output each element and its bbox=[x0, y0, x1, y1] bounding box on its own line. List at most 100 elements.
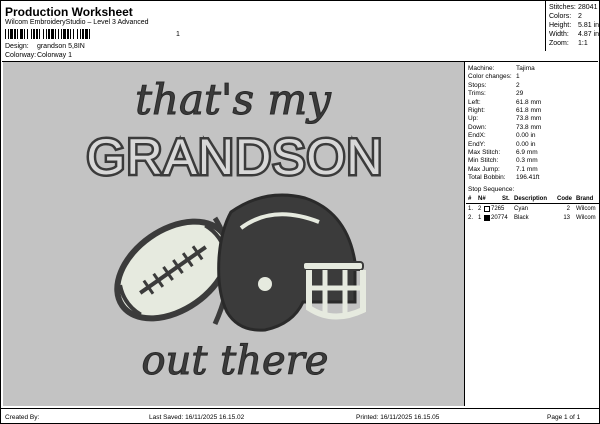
cell-n: 1 bbox=[478, 215, 482, 221]
footer: Created By: Last Saved: 16/11/2025 16.15… bbox=[1, 408, 599, 424]
detail-row: Right: 61.8 mm bbox=[468, 107, 541, 114]
width-label: Width: bbox=[549, 31, 569, 38]
cell-desc: Black bbox=[514, 215, 529, 221]
detail-value: 73.8 mm bbox=[516, 123, 542, 131]
zoom-value: 1:1 bbox=[578, 40, 588, 47]
detail-label: Stops: bbox=[468, 81, 487, 89]
detail-value: 6.9 mm bbox=[516, 149, 538, 156]
design-line-1: that's my bbox=[135, 75, 332, 124]
detail-label: Total Bobbin: bbox=[468, 174, 506, 182]
color-swatch bbox=[484, 215, 490, 221]
detail-value: 0.00 in bbox=[516, 132, 536, 140]
design-preview: that's my GRANDSON out there bbox=[3, 62, 464, 406]
detail-label: Color changes: bbox=[468, 73, 512, 81]
detail-row: Machine: Tajima bbox=[468, 65, 535, 72]
colorway-value: Colorway 1 bbox=[36, 52, 72, 59]
col-brand: Brand bbox=[576, 196, 594, 202]
barcode-label: 1 bbox=[176, 31, 180, 38]
col-code: Code bbox=[557, 196, 572, 202]
design-line-2: GRANDSON bbox=[87, 129, 384, 185]
stop-sequence-row: 1. 2 7265 Cyan 2 Wilcom bbox=[466, 205, 600, 214]
design-row: Design: grandson 5,8IN bbox=[5, 43, 85, 50]
detail-label: Down: bbox=[468, 123, 487, 131]
details-panel: Stop Sequence: # N# St. Description Code… bbox=[464, 62, 600, 406]
zoom-label: Zoom: bbox=[549, 40, 569, 47]
detail-label: EndY: bbox=[468, 140, 486, 148]
height-label: Height: bbox=[549, 22, 572, 29]
cell-desc: Cyan bbox=[514, 206, 529, 212]
design-line-3: out there bbox=[142, 338, 329, 384]
cell-num: 2. bbox=[468, 215, 474, 221]
stitches-value: 28041 bbox=[578, 4, 598, 11]
detail-row: Left: 61.8 mm bbox=[468, 99, 541, 106]
detail-row: EndX: 0.00 in bbox=[468, 132, 536, 139]
width-value: 4.87 in bbox=[578, 31, 600, 38]
detail-label: Machine: bbox=[468, 65, 495, 72]
detail-value: 29 bbox=[516, 90, 524, 98]
detail-row: Trims: 29 bbox=[468, 90, 523, 97]
detail-value: 61.8 mm bbox=[516, 98, 542, 106]
detail-label: Max Jump: bbox=[468, 165, 500, 173]
page-number: Page 1 of 1 bbox=[547, 414, 581, 421]
stop-sequence-header: # N# St. Description Code Brand bbox=[466, 195, 600, 204]
col-n: N# bbox=[478, 196, 486, 202]
detail-value: 61.8 mm bbox=[516, 107, 542, 114]
detail-label: Min Stitch: bbox=[468, 157, 499, 165]
helmet-graphic bbox=[217, 193, 366, 332]
color-swatch bbox=[484, 206, 490, 212]
detail-value: 196.41ft bbox=[516, 174, 540, 182]
cell-st: 20774 bbox=[491, 215, 508, 221]
colors-label: Colors: bbox=[549, 13, 572, 20]
stitches-label: Stitches: bbox=[549, 4, 576, 11]
software-subtitle: Wilcom EmbroideryStudio – Level 3 Advanc… bbox=[5, 19, 149, 26]
embroidery-design: that's my GRANDSON out there bbox=[84, 75, 385, 385]
cell-code: 2 bbox=[566, 206, 570, 212]
cell-n: 2 bbox=[478, 206, 482, 212]
height-value: 5.81 in bbox=[578, 22, 600, 29]
detail-label: Max Stitch: bbox=[468, 149, 501, 156]
barcode bbox=[5, 29, 181, 39]
col-st: St. bbox=[502, 196, 510, 202]
colors-value: 2 bbox=[578, 13, 582, 20]
cell-st: 7265 bbox=[491, 206, 505, 212]
created-by: Created By: bbox=[5, 414, 40, 421]
printed-date: Printed: 16/11/2025 16.15.05 bbox=[356, 414, 440, 421]
stop-sequence-title: Stop Sequence: bbox=[468, 186, 515, 193]
detail-value: Tajima bbox=[516, 65, 535, 72]
detail-row: Total Bobbin: 196.41ft bbox=[468, 174, 540, 181]
col-num: # bbox=[468, 196, 472, 202]
detail-row: Min Stitch: 0.3 mm bbox=[468, 157, 538, 164]
detail-row: Max Jump: 7.1 mm bbox=[468, 166, 538, 173]
detail-value: 0.00 in bbox=[516, 140, 536, 148]
detail-value: 2 bbox=[516, 81, 520, 89]
detail-row: Up: 73.8 mm bbox=[468, 115, 541, 122]
detail-row: Down: 73.8 mm bbox=[468, 124, 541, 131]
worksheet: Production Worksheet Wilcom EmbroiderySt… bbox=[0, 0, 600, 424]
detail-row: EndY: 0.00 in bbox=[468, 141, 536, 148]
detail-row: Color changes: 1 bbox=[468, 73, 520, 80]
detail-row: Stops: 2 bbox=[468, 82, 520, 89]
design-label: Design: bbox=[5, 43, 29, 50]
colorway-label: Colorway: bbox=[5, 52, 37, 59]
detail-label: Trims: bbox=[468, 90, 486, 98]
design-value: grandson 5,8IN bbox=[36, 43, 85, 50]
detail-value: 7.1 mm bbox=[516, 165, 538, 173]
detail-label: Right: bbox=[468, 107, 485, 114]
page-title: Production Worksheet bbox=[5, 5, 133, 19]
detail-label: Left: bbox=[468, 98, 481, 106]
col-description: Description bbox=[514, 196, 548, 202]
detail-value: 0.3 mm bbox=[516, 157, 538, 165]
cell-code: 13 bbox=[563, 215, 570, 221]
detail-value: 73.8 mm bbox=[516, 115, 542, 123]
cell-num: 1. bbox=[468, 206, 474, 212]
colorway-row: Colorway: Colorway 1 bbox=[5, 52, 72, 59]
detail-row: Max Stitch: 6.9 mm bbox=[468, 149, 538, 156]
stop-sequence-row: 2. 1 20774 Black 13 Wilcom bbox=[466, 214, 600, 223]
detail-label: Up: bbox=[468, 115, 479, 123]
last-saved: Last Saved: 16/11/2025 16.15.02 bbox=[149, 414, 245, 421]
detail-value: 1 bbox=[516, 73, 520, 81]
cell-brand: Wilcom bbox=[576, 206, 596, 212]
summary-box: Stitches: 28041 Colors: 2 Height: 5.81 in W… bbox=[545, 1, 600, 51]
detail-label: EndX: bbox=[468, 132, 486, 140]
cell-brand: Wilcom bbox=[576, 215, 596, 221]
